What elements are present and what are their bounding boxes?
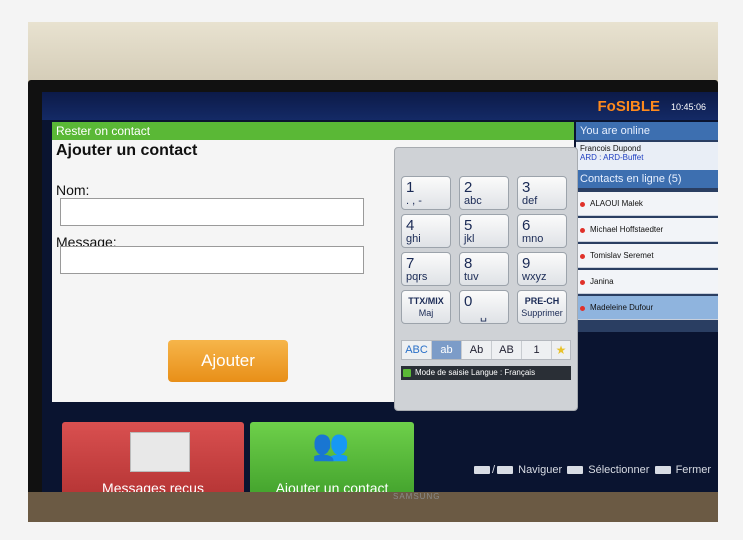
- key-digit: 1: [406, 179, 415, 196]
- current-user-status: ARD : ARD-Buffet: [580, 153, 644, 162]
- keypad-footer: Mode de saisie Langue : Français: [401, 366, 571, 380]
- virtual-keypad: 1. , - 2 abc 3 def 4 ghi 5 jkl 6 mno 7 pqrs 8t…: [394, 147, 578, 411]
- messages-received-label: Messages reçus: [102, 480, 204, 492]
- key-digit: 6: [522, 217, 531, 234]
- key-letters: def: [522, 195, 538, 207]
- contact-item[interactable]: Michael Hoffstaedter: [576, 218, 718, 242]
- key-letters: pqrs: [406, 271, 428, 283]
- name-input[interactable]: [60, 198, 364, 226]
- mode-Ab[interactable]: Ab: [462, 341, 492, 359]
- contact-name: Michael Hoffstaedter: [590, 225, 664, 234]
- ok-key-icon: [567, 466, 584, 475]
- key-letters: mno: [522, 233, 544, 245]
- online-dot-icon: [580, 254, 585, 259]
- tv-screen: FoSIBLE 10:45:06 Rester on contact Ajout…: [42, 92, 718, 492]
- contact-item[interactable]: Tomislav Seremet: [576, 244, 718, 268]
- key-digit: 8: [464, 255, 473, 272]
- key-sublabel: Supprimer: [521, 308, 563, 318]
- key-digit: 7: [406, 255, 415, 272]
- contact-name: Tomislav Seremet: [590, 251, 654, 260]
- hint-close: Fermer: [675, 464, 712, 476]
- section-title-bar: Rester on contact: [52, 122, 574, 140]
- contacts-heading: Contacts en ligne (5): [576, 170, 718, 188]
- key-digit: 0: [464, 293, 473, 310]
- online-panel: You are online Francois Dupond ARD : ARD…: [576, 122, 718, 332]
- key-9[interactable]: 9 wxyz: [517, 252, 567, 286]
- contact-name: Janina: [590, 277, 614, 286]
- top-bar: FoSIBLE 10:45:06: [42, 92, 718, 120]
- lock-icon: [403, 369, 411, 377]
- key-sublabel: Maj: [418, 308, 434, 318]
- contact-item[interactable]: Janina: [576, 270, 718, 294]
- online-dot-icon: [580, 202, 585, 207]
- star-icon[interactable]: ★: [552, 341, 570, 359]
- key-3[interactable]: 3 def: [517, 176, 567, 210]
- key-6[interactable]: 6 mno: [517, 214, 567, 248]
- key-letters: wxyz: [522, 271, 547, 283]
- key-letters: . , -: [406, 195, 422, 207]
- desk: [28, 492, 718, 522]
- contact-item[interactable]: ALAOUI Malek: [576, 192, 718, 216]
- clock: 10:45:06: [670, 102, 706, 112]
- key-letters: ghi: [406, 233, 421, 245]
- key-digit: 9: [522, 255, 531, 272]
- input-mode-label: Mode de saisie: [415, 368, 469, 377]
- space-icon: ␣: [480, 310, 487, 322]
- pre-ch-delete-key[interactable]: PRE-CH Supprimer: [517, 290, 567, 324]
- add-contact-label: Ajouter un contact: [275, 480, 389, 492]
- mode-AB[interactable]: AB: [492, 341, 522, 359]
- online-dot-icon: [580, 280, 585, 285]
- online-dot-icon: [580, 228, 585, 233]
- add-contact-tile[interactable]: 👥 Ajouter un contact: [250, 422, 414, 492]
- mode-1[interactable]: 1: [522, 341, 552, 359]
- current-user-name: Francois Dupond: [580, 144, 641, 153]
- message-input[interactable]: [60, 246, 364, 274]
- mode-abc[interactable]: ABC: [402, 341, 432, 359]
- add-button[interactable]: Ajouter: [168, 340, 288, 382]
- key-digit: 4: [406, 217, 415, 234]
- key-8[interactable]: 8 tuv: [459, 252, 509, 286]
- contact-name: ALAOUI Malek: [590, 199, 643, 208]
- messages-received-tile[interactable]: Messages reçus: [62, 422, 244, 492]
- key-digit: 2: [464, 179, 473, 196]
- arrow-key-icon: [497, 466, 514, 475]
- remote-hints: / Naviguer Sélectionner Fermer: [472, 464, 711, 476]
- form-title: Ajouter un contact: [56, 142, 198, 159]
- mode-ab[interactable]: ab: [432, 341, 462, 359]
- tv-photo: SAMSUNG FoSIBLE 10:45:06 Rester on conta…: [28, 22, 718, 522]
- key-2[interactable]: 2 abc: [459, 176, 509, 210]
- input-mode-selector: ABC ab Ab AB 1 ★: [401, 340, 571, 360]
- tv-brand-logo: SAMSUNG: [393, 492, 441, 501]
- key-label: TTX/MIX: [408, 296, 444, 306]
- key-0[interactable]: 0 ␣: [459, 290, 509, 324]
- arrow-key-icon: [474, 466, 490, 475]
- key-digit: 5: [464, 217, 473, 234]
- key-7[interactable]: 7 pqrs: [401, 252, 451, 286]
- name-label: Nom:: [56, 182, 90, 198]
- key-letters: tuv: [464, 271, 479, 283]
- photo-frame: SAMSUNG FoSIBLE 10:45:06 Rester on conta…: [0, 0, 743, 540]
- language-label: Langue : Français: [471, 368, 536, 377]
- key-letters: jkl: [464, 233, 475, 245]
- wall-background: [28, 22, 718, 82]
- online-dot-icon: [580, 306, 585, 311]
- key-5[interactable]: 5 jkl: [459, 214, 509, 248]
- hint-select: Sélectionner: [588, 464, 650, 476]
- key-label: PRE-CH: [524, 296, 560, 306]
- contact-item-selected[interactable]: Madeleine Dufour: [576, 296, 718, 320]
- key-letters: abc: [464, 195, 482, 207]
- brand-logo: FoSIBLE: [597, 98, 661, 115]
- online-heading: You are online: [576, 122, 718, 140]
- hint-navigate: Naviguer: [518, 464, 563, 476]
- contact-name: Madeleine Dufour: [590, 303, 654, 312]
- add-user-icon: 👥: [312, 429, 350, 462]
- ttx-mix-key[interactable]: TTX/MIX Maj: [401, 290, 451, 324]
- key-4[interactable]: 4 ghi: [401, 214, 451, 248]
- key-digit: 3: [522, 179, 531, 196]
- envelope-icon: [130, 432, 190, 472]
- current-user: Francois Dupond ARD : ARD-Buffet: [576, 142, 718, 170]
- back-key-icon: [654, 466, 671, 475]
- key-1[interactable]: 1. , -: [401, 176, 451, 210]
